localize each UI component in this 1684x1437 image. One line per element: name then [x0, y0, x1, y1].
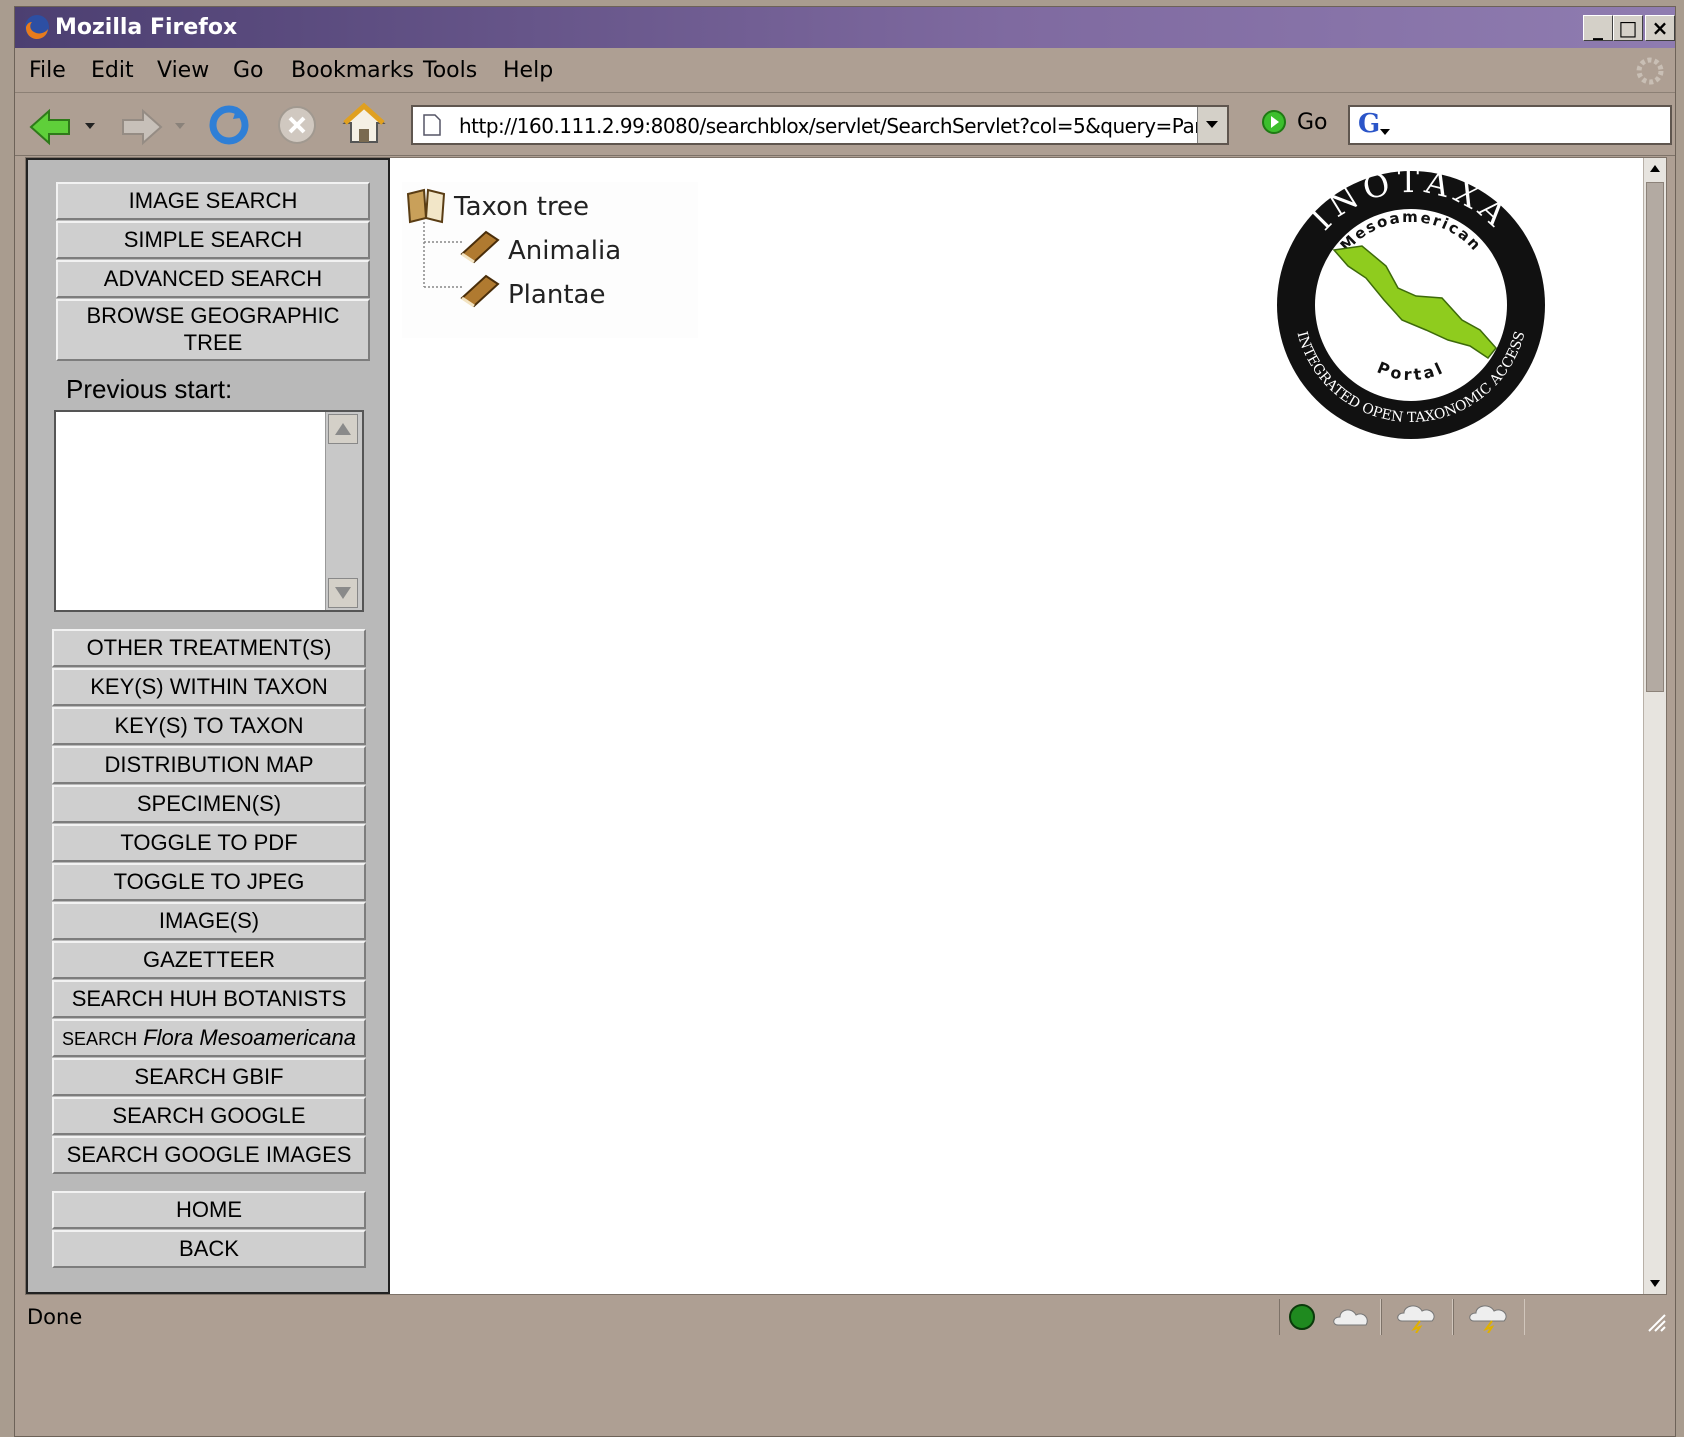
reload-icon[interactable]: [207, 103, 251, 147]
browser-window: Mozilla Firefox _ □ × File Edit View Go …: [14, 6, 1676, 1437]
url-text[interactable]: http://160.111.2.99:8080/searchblox/serv…: [459, 114, 1207, 138]
closed-book-icon: [460, 230, 500, 264]
stop-icon[interactable]: [277, 105, 317, 145]
storm-cloud-icon: [1397, 1305, 1435, 1333]
status-panel: [1279, 1299, 1381, 1335]
inotaxa-logo: INOTAXA INTEGRATED OPEN TAXONOMIC ACCESS…: [1277, 170, 1545, 439]
maximize-button[interactable]: □: [1613, 15, 1643, 41]
back-dropdown-icon[interactable]: [85, 123, 95, 131]
menu-edit[interactable]: Edit: [91, 58, 134, 83]
keys-to-taxon-button[interactable]: KEY(S) TO TAXON: [52, 707, 366, 745]
closed-book-icon: [460, 274, 500, 308]
throbber-icon: [1636, 57, 1664, 85]
advanced-search-button[interactable]: ADVANCED SEARCH: [56, 260, 370, 298]
browse-geo-line2: TREE: [183, 330, 243, 355]
search-flora-mesoamericana-button[interactable]: SEARCH Flora Mesoamericana: [52, 1019, 366, 1057]
search-huh-botanists-button[interactable]: SEARCH HUH BOTANISTS: [52, 980, 366, 1018]
engine-dropdown-icon[interactable]: [1380, 129, 1390, 137]
arrow-down-icon[interactable]: [1646, 1274, 1664, 1292]
page-scrollbar[interactable]: [1643, 158, 1666, 1294]
scroll-up-button[interactable]: [328, 414, 358, 444]
back-button[interactable]: BACK: [52, 1230, 366, 1268]
menu-tools[interactable]: Tools: [423, 58, 477, 83]
search-engine-box[interactable]: G: [1348, 105, 1672, 145]
menu-view[interactable]: View: [157, 58, 209, 83]
status-panel: [1381, 1299, 1453, 1335]
browse-geographic-tree-button[interactable]: BROWSE GEOGRAPHIC TREE: [56, 299, 370, 361]
specimens-button[interactable]: SPECIMEN(S): [52, 785, 366, 823]
menu-bookmarks[interactable]: Bookmarks: [291, 58, 414, 83]
home-icon[interactable]: [341, 101, 387, 147]
resize-grip-icon[interactable]: [1643, 1309, 1667, 1333]
chevron-down-icon: [1206, 121, 1218, 128]
toggle-to-jpeg-button[interactable]: TOGGLE TO JPEG: [52, 863, 366, 901]
list-scrollbar[interactable]: [325, 412, 362, 610]
taxon-plantae-link[interactable]: Plantae: [508, 280, 605, 310]
simple-search-button[interactable]: SIMPLE SEARCH: [56, 221, 370, 259]
minimize-button[interactable]: _: [1583, 15, 1613, 41]
flora-title: Flora Mesoamericana: [143, 1025, 356, 1050]
status-text: Done: [27, 1305, 83, 1329]
search-google-images-button[interactable]: SEARCH GOOGLE IMAGES: [52, 1136, 366, 1174]
page-icon: [423, 114, 441, 136]
arrow-up-icon: [335, 423, 351, 435]
taxon-tree-root[interactable]: Taxon tree: [454, 192, 589, 222]
distribution-map-button[interactable]: DISTRIBUTION MAP: [52, 746, 366, 784]
taxon-tree: Taxon tree Animalia Plantae: [402, 182, 698, 338]
menu-go[interactable]: Go: [233, 58, 264, 83]
status-bar: Done: [15, 1297, 1675, 1337]
close-window-button[interactable]: ×: [1645, 15, 1675, 41]
search-google-button[interactable]: SEARCH GOOGLE: [52, 1097, 366, 1135]
title-bar: Mozilla Firefox _ □ ×: [15, 7, 1675, 48]
scroll-thumb[interactable]: [1646, 182, 1664, 692]
browse-geo-line1: BROWSE GEOGRAPHIC: [86, 303, 340, 328]
search-gbif-button[interactable]: SEARCH GBIF: [52, 1058, 366, 1096]
page-content: IMAGE SEARCH SIMPLE SEARCH ADVANCED SEAR…: [25, 157, 1667, 1295]
menu-help[interactable]: Help: [503, 58, 553, 83]
go-label: Go: [1297, 110, 1328, 135]
firefox-icon: [25, 15, 49, 40]
window-title: Mozilla Firefox: [55, 15, 238, 40]
status-panel: [1453, 1299, 1525, 1335]
previous-start-label: Previous start:: [66, 374, 233, 404]
home-button[interactable]: HOME: [52, 1191, 366, 1229]
navigation-toolbar: http://160.111.2.99:8080/searchblox/serv…: [15, 93, 1675, 156]
url-bar[interactable]: http://160.111.2.99:8080/searchblox/serv…: [411, 105, 1229, 145]
go-button[interactable]: Go: [1261, 109, 1328, 135]
arrow-down-icon: [335, 587, 351, 599]
images-button[interactable]: IMAGE(S): [52, 902, 366, 940]
google-engine-icon[interactable]: G: [1358, 109, 1380, 139]
menu-file[interactable]: File: [29, 58, 66, 83]
online-status-icon: [1289, 1304, 1315, 1330]
previous-start-list[interactable]: [54, 410, 364, 612]
back-arrow-icon[interactable]: [27, 107, 75, 147]
go-arrow-icon: [1262, 110, 1286, 134]
forward-arrow-icon[interactable]: [117, 107, 165, 147]
forward-dropdown-icon[interactable]: [175, 123, 185, 131]
image-search-button[interactable]: IMAGE SEARCH: [56, 182, 370, 220]
other-treatments-button[interactable]: OTHER TREATMENT(S): [52, 629, 366, 667]
menu-bar: File Edit View Go Bookmarks Tools Help: [15, 48, 1675, 93]
keys-within-taxon-button[interactable]: KEY(S) WITHIN TAXON: [52, 668, 366, 706]
cloud-icon: [1333, 1309, 1368, 1326]
arrow-up-icon[interactable]: [1646, 160, 1664, 178]
url-dropdown-button[interactable]: [1197, 107, 1227, 143]
sidebar: IMAGE SEARCH SIMPLE SEARCH ADVANCED SEAR…: [26, 158, 390, 1294]
scroll-down-button[interactable]: [328, 578, 358, 608]
gazetteer-button[interactable]: GAZETTEER: [52, 941, 366, 979]
storm-cloud-icon: [1469, 1305, 1507, 1333]
flora-prefix: SEARCH: [62, 1029, 138, 1049]
taxon-animalia-link[interactable]: Animalia: [508, 236, 621, 266]
toggle-to-pdf-button[interactable]: TOGGLE TO PDF: [52, 824, 366, 862]
open-book-icon: [406, 188, 446, 224]
